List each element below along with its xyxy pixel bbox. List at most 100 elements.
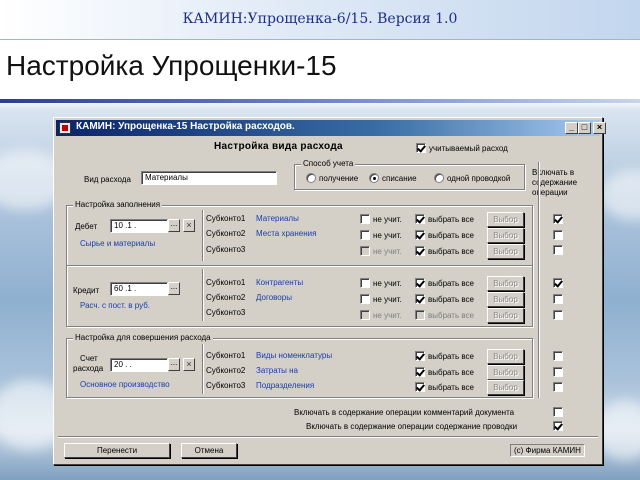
credit-sub3-select-all-label: выбрать все xyxy=(428,311,474,320)
credit-sub1-not-tracked-label: не учит. xyxy=(373,279,402,288)
credit-sub1-value[interactable]: Контрагенты xyxy=(256,278,303,287)
debit-sub3-choose-button[interactable]: Выбор xyxy=(487,244,524,259)
expense-sub2-value[interactable]: Затраты на xyxy=(256,366,298,375)
window-titlebar[interactable]: КАМИН: Упрощенка-15 Настройка расходов. … xyxy=(56,120,606,136)
separator xyxy=(67,265,532,267)
credit-sub3-label: Субконто3 xyxy=(206,308,246,317)
tracked-expense-checkbox[interactable] xyxy=(416,143,426,153)
expense-sub1-choose-button[interactable]: Выбор xyxy=(487,349,524,364)
credit-sub3-include-checkbox[interactable] xyxy=(553,310,563,320)
expense-sub1-select-all-checkbox[interactable] xyxy=(415,351,425,361)
credit-account-name: Расч. с пост. в руб. xyxy=(80,301,150,310)
credit-sub1-include-checkbox[interactable] xyxy=(553,278,563,288)
expense-kind-field[interactable]: Материалы xyxy=(141,171,277,185)
debit-clear-button[interactable]: × xyxy=(183,219,195,232)
expense-sub2-include-checkbox[interactable] xyxy=(553,367,563,377)
expense-sub2-select-all-checkbox[interactable] xyxy=(415,367,425,377)
radio-write-off-label: списание xyxy=(382,174,417,183)
credit-sub1-select-all-label: выбрать все xyxy=(428,279,474,288)
debit-picker-button[interactable]: ... xyxy=(168,219,180,232)
radio-single-entry[interactable] xyxy=(434,173,444,183)
credit-sub3-choose-label: Выбор xyxy=(493,311,518,320)
debit-sub2-value[interactable]: Места хранения xyxy=(256,229,316,238)
credit-sub1-choose-button[interactable]: Выбор xyxy=(487,276,524,291)
debit-sub1-select-all-checkbox[interactable] xyxy=(415,214,425,224)
credit-sub2-not-tracked-checkbox[interactable] xyxy=(360,294,370,304)
debit-sub1-not-tracked-checkbox[interactable] xyxy=(360,214,370,224)
debit-sub2-include-checkbox[interactable] xyxy=(553,230,563,240)
include-comment-checkbox[interactable] xyxy=(553,407,563,417)
debit-sub1-include-checkbox[interactable] xyxy=(553,214,563,224)
radio-receipt[interactable] xyxy=(306,173,316,183)
credit-label: Кредит xyxy=(73,286,100,295)
credit-sub2-label: Субконто2 xyxy=(206,293,246,302)
debit-account-field[interactable]: 10 .1 . xyxy=(110,219,168,233)
accounting-method-title: Способ учета xyxy=(301,159,356,168)
debit-sub3-not-tracked-checkbox[interactable] xyxy=(360,246,370,256)
slide-subtitle: КАМИН:Упрощенка-6/15. Версия 1.0 xyxy=(182,11,458,27)
divider xyxy=(202,210,204,261)
debit-sub2-select-all-checkbox[interactable] xyxy=(415,230,425,240)
expense-sub3-choose-label: Выбор xyxy=(493,383,518,392)
title-divider xyxy=(0,99,640,103)
credit-sub2-include-checkbox[interactable] xyxy=(553,294,563,304)
debit-sub3-select-all-label: выбрать все xyxy=(428,247,474,256)
credit-sub2-select-all-checkbox[interactable] xyxy=(415,294,425,304)
include-in-operation-label: Включать в содержание операции xyxy=(532,168,578,197)
credit-picker-button[interactable]: ... xyxy=(168,282,180,295)
debit-sub2-label: Субконто2 xyxy=(206,229,246,238)
credit-sub3-select-all-checkbox[interactable] xyxy=(415,310,425,320)
credit-sub2-value[interactable]: Договоры xyxy=(256,293,292,302)
credit-sub2-choose-button[interactable]: Выбор xyxy=(487,292,524,307)
copyright-label: (с) Фирма КАМИН xyxy=(510,444,585,457)
transfer-button[interactable]: Перенести xyxy=(64,443,170,458)
credit-sub3-not-tracked-label: не учит. xyxy=(373,311,402,320)
form-heading: Настройка вида расхода xyxy=(214,141,343,152)
debit-sub1-label: Субконто1 xyxy=(206,214,246,223)
expense-account-label-line2: расхода xyxy=(73,364,104,373)
debit-sub1-not-tracked-label: не учит. xyxy=(373,215,402,224)
maximize-button[interactable]: □ xyxy=(578,122,591,134)
cancel-button[interactable]: Отмена xyxy=(181,443,237,458)
credit-sub3-not-tracked-checkbox[interactable] xyxy=(360,310,370,320)
slide-title: Настройка Упрощенки-15 xyxy=(6,50,337,81)
debit-sub3-include-checkbox[interactable] xyxy=(553,245,563,255)
minimize-button[interactable]: _ xyxy=(565,122,578,134)
expense-sub1-choose-label: Выбор xyxy=(493,352,518,361)
debit-sub1-choose-button[interactable]: Выбор xyxy=(487,212,524,227)
expense-sub3-value[interactable]: Подразделения xyxy=(256,381,314,390)
expense-clear-button[interactable]: × xyxy=(183,358,195,371)
expense-kind-label: Вид расхода xyxy=(84,175,131,184)
debit-sub1-value[interactable]: Материалы xyxy=(256,214,299,223)
expense-picker-button[interactable]: ... xyxy=(168,358,180,371)
expense-sub2-select-all-label: выбрать все xyxy=(428,368,474,377)
radio-write-off[interactable] xyxy=(369,173,379,183)
debit-sub3-select-all-checkbox[interactable] xyxy=(415,246,425,256)
credit-account-field[interactable]: 60 .1 . xyxy=(110,282,168,296)
credit-sub1-select-all-checkbox[interactable] xyxy=(415,278,425,288)
expense-sub1-label: Субконто1 xyxy=(206,351,246,360)
separator xyxy=(58,436,598,438)
credit-sub2-select-all-label: выбрать все xyxy=(428,295,474,304)
expense-sub3-choose-button[interactable]: Выбор xyxy=(487,380,524,395)
credit-sub1-label: Субконто1 xyxy=(206,278,246,287)
expense-sub1-include-checkbox[interactable] xyxy=(553,351,563,361)
expense-account-label-line1: Счет xyxy=(80,354,98,363)
expense-settings-window: КАМИН: Упрощенка-15 Настройка расходов. … xyxy=(53,117,606,465)
debit-account-name: Сырье и материалы xyxy=(80,239,156,248)
expense-sub3-include-checkbox[interactable] xyxy=(553,382,563,392)
expense-sub1-select-all-label: выбрать все xyxy=(428,352,474,361)
expense-account-field[interactable]: 20 . . xyxy=(110,358,168,372)
include-entry-checkbox[interactable] xyxy=(553,421,563,431)
debit-sub2-choose-button[interactable]: Выбор xyxy=(487,228,524,243)
expense-sub2-choose-button[interactable]: Выбор xyxy=(487,365,524,380)
credit-sub3-choose-button[interactable]: Выбор xyxy=(487,308,524,323)
debit-sub2-not-tracked-checkbox[interactable] xyxy=(360,230,370,240)
expense-sub2-choose-label: Выбор xyxy=(493,368,518,377)
close-button[interactable]: × xyxy=(593,122,606,134)
credit-sub1-not-tracked-checkbox[interactable] xyxy=(360,278,370,288)
credit-sub1-choose-label: Выбор xyxy=(493,279,518,288)
expense-sub2-label: Субконто2 xyxy=(206,366,246,375)
expense-sub3-select-all-checkbox[interactable] xyxy=(415,382,425,392)
expense-sub1-value[interactable]: Виды номенклатуры xyxy=(256,351,332,360)
